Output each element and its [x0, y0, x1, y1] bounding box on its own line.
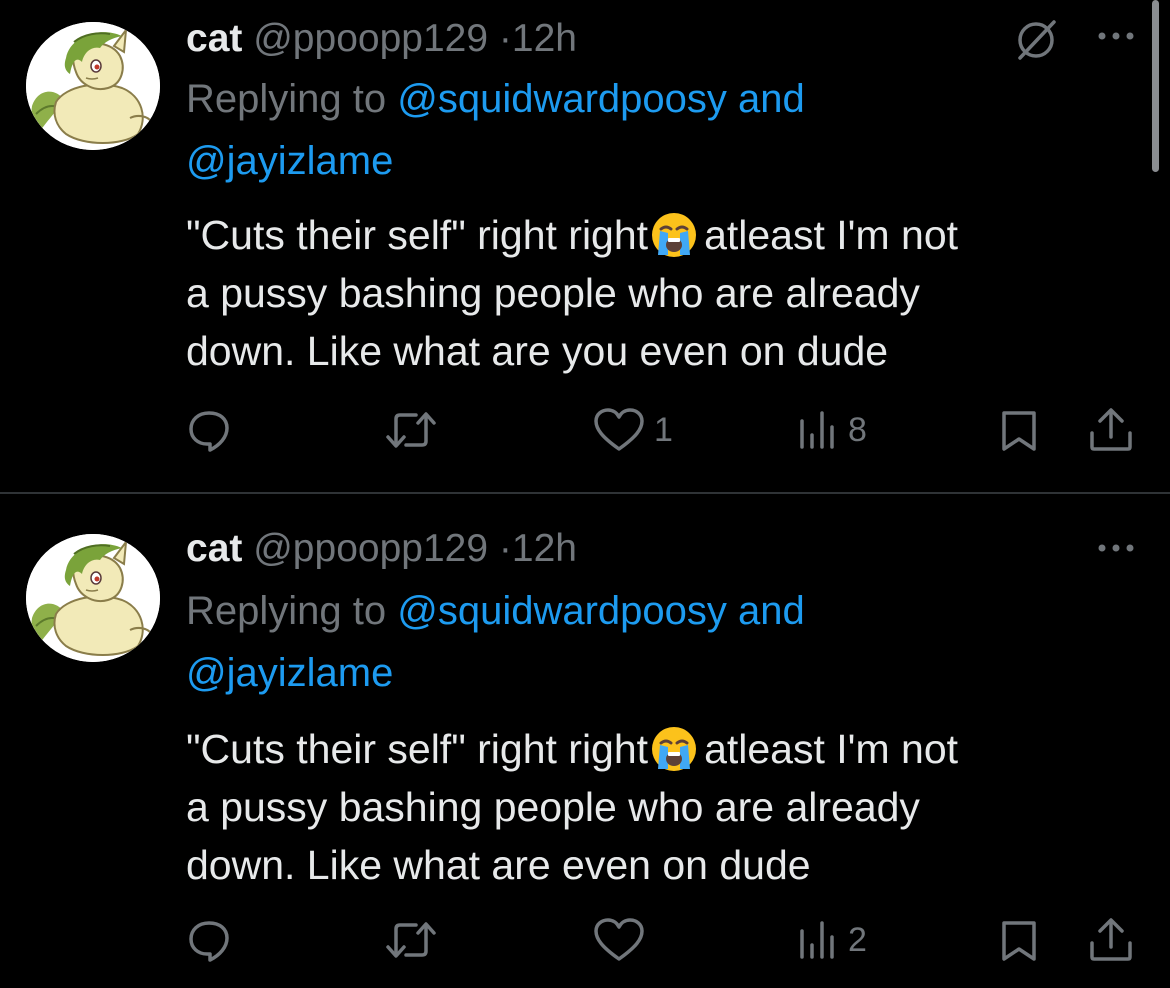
tweet-text-line: "Cuts their self" right right atleast I'… [186, 720, 1156, 778]
pony-avatar-icon [26, 534, 160, 662]
tweet-text-line: down. Like what are you even on dude [186, 328, 889, 374]
replying-to: Replying to @squidwardpoosy and [186, 580, 805, 642]
retweet-button[interactable] [384, 912, 438, 968]
replying-to: Replying to @squidwardpoosy and [186, 68, 805, 130]
timestamp[interactable]: 12h [512, 17, 577, 60]
heart-icon [594, 918, 644, 961]
retweet-button[interactable] [384, 402, 438, 458]
like-count: 1 [654, 410, 673, 449]
grok-icon[interactable] [1012, 16, 1060, 64]
retweet-icon [386, 922, 436, 958]
tweet-text-segment: atleast I'm not [704, 726, 959, 772]
tweet-header: cat @ppoopp129 ·12h [186, 12, 577, 66]
views-icon [800, 411, 834, 449]
tweet[interactable]: cat @ppoopp129 ·12h Replying to @squidwa… [0, 494, 1170, 988]
scrollbar[interactable] [1152, 0, 1159, 172]
tweet-text-line: a pussy bashing people who are already [186, 784, 920, 830]
replying-to-label: Replying to [186, 77, 387, 121]
reply-icon [189, 921, 229, 962]
bookmark-button[interactable] [996, 402, 1042, 458]
tweet-actions: 2 [0, 912, 1170, 968]
share-icon [1090, 408, 1132, 451]
loudly-crying-face-emoji [652, 727, 697, 771]
timestamp[interactable]: 12h [512, 527, 577, 570]
heart-icon [594, 408, 644, 451]
avatar[interactable] [26, 22, 160, 150]
tweet-text-segment: atleast I'm not [704, 212, 959, 258]
bookmark-icon [1002, 921, 1036, 961]
separator: · [498, 527, 512, 570]
mention-conjunction[interactable]: and [738, 589, 805, 633]
tweet-text-segment: "Cuts their self" right right [186, 212, 649, 258]
tweet-feed: cat @ppoopp129 ·12h Replying to @squidwa… [0, 0, 1170, 988]
more-icon[interactable] [1092, 24, 1140, 48]
mention-link[interactable]: @squidwardpoosy [397, 77, 727, 121]
share-button[interactable] [1088, 912, 1134, 968]
replying-to-continued: @jayizlame [186, 642, 393, 704]
view-count: 2 [848, 920, 867, 959]
bookmark-icon [1002, 411, 1036, 451]
tweet-text-line: "Cuts their self" right right atleast I'… [186, 206, 1156, 264]
mention-link[interactable]: @squidwardpoosy [397, 589, 727, 633]
avatar[interactable] [26, 534, 160, 662]
author-handle[interactable]: @ppoopp129 [253, 527, 488, 570]
replying-to-label: Replying to [186, 589, 387, 633]
replying-to-continued: @jayizlame [186, 130, 393, 192]
tweet-text-line: a pussy bashing people who are already [186, 270, 920, 316]
bookmark-button[interactable] [996, 912, 1042, 968]
mention-conjunction[interactable]: and [738, 77, 805, 121]
tweet-text-line: down. Like what are even on dude [186, 842, 811, 888]
tweet-text-segment: "Cuts their self" right right [186, 726, 649, 772]
tweet[interactable]: cat @ppoopp129 ·12h Replying to @squidwa… [0, 0, 1170, 492]
tweet-text: "Cuts their self" right right atleast I'… [186, 206, 1156, 380]
tweet-header: cat @ppoopp129 ·12h [186, 522, 577, 576]
author-name[interactable]: cat [186, 17, 242, 60]
like-button[interactable] [592, 912, 654, 968]
author-name[interactable]: cat [186, 527, 242, 570]
like-button[interactable]: 1 [592, 402, 673, 458]
views-icon [800, 921, 834, 959]
views-button[interactable]: 2 [796, 912, 867, 968]
author-handle[interactable]: @ppoopp129 [253, 17, 488, 60]
tweet-text: "Cuts their self" right right atleast I'… [186, 720, 1156, 894]
mention-link[interactable]: @jayizlame [186, 651, 393, 695]
retweet-icon [386, 412, 436, 448]
share-button[interactable] [1088, 402, 1134, 458]
loudly-crying-face-emoji [652, 213, 697, 257]
views-button[interactable]: 8 [796, 402, 867, 458]
pony-avatar-icon [26, 22, 160, 150]
reply-button[interactable] [186, 402, 232, 458]
separator: · [498, 17, 512, 60]
mention-link[interactable]: @jayizlame [186, 139, 393, 183]
tweet-actions: 1 8 [0, 402, 1170, 458]
view-count: 8 [848, 410, 867, 449]
share-icon [1090, 918, 1132, 961]
reply-icon [189, 411, 229, 452]
more-icon[interactable] [1092, 536, 1140, 560]
reply-button[interactable] [186, 912, 232, 968]
